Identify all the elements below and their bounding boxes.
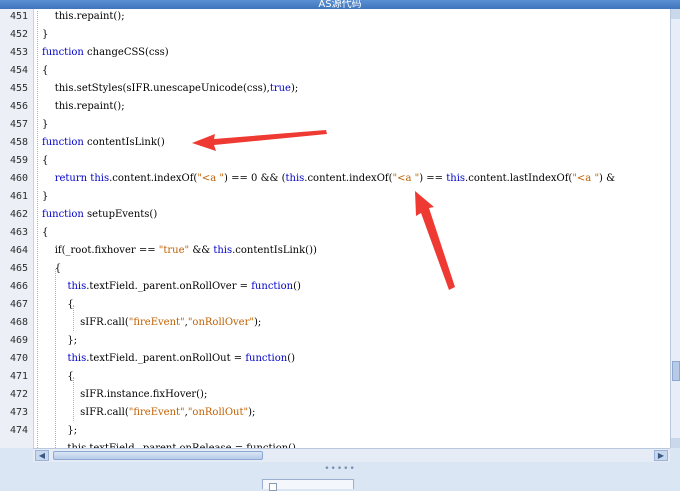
annotation-layer	[192, 130, 455, 290]
red-arrow-icon	[192, 130, 327, 151]
red-arrow-icon	[415, 191, 455, 290]
